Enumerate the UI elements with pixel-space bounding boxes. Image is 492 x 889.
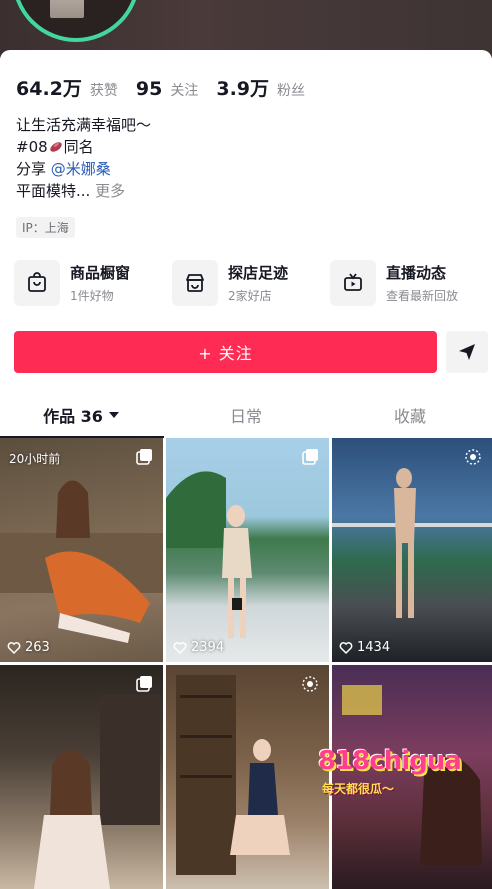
followers-count[interactable]: 3.9万 [216,74,269,101]
live-photo-icon [465,449,481,465]
tab-favorites[interactable]: 收藏 [328,392,492,438]
shortcut-live-subtitle: 查看最新回放 [386,289,459,303]
bio-line-3: 分享 @米娜桑 [16,158,151,180]
video-thumbnail[interactable]: 20小时前 263 [0,438,163,662]
avatar-image [50,0,84,18]
bio-occupation: 平面模特... [16,182,91,200]
heart-icon [339,641,353,654]
heart-icon [7,641,21,654]
site-watermark-badge: 818chigua 每天都很瓜～ [318,746,462,806]
profile-bio: 让生活充满幸福吧～ #08 同名 分享 @米娜桑 平面模特... 更多 [16,114,151,202]
shortcut-store-visits[interactable]: 探店足迹 2家好店 [172,258,322,312]
caret-down-icon [108,412,119,418]
tv-icon [330,260,376,306]
bio-hashtag[interactable]: #08 [16,138,48,156]
model-photo [166,471,252,638]
bio-line-4: 平面模特... 更多 [16,180,151,202]
like-count-value: 263 [25,640,50,655]
bio-line-2: #08 同名 [16,136,151,158]
tab-works-label: 作品 36 [43,407,103,426]
like-count-value: 2394 [191,640,225,655]
shortcut-shop-window[interactable]: 商品橱窗 1件好物 [14,258,164,312]
bio-line-1: 让生活充满幸福吧～ [16,116,152,134]
ip-location-badge: IP：上海 [16,217,75,238]
shortcut-live-title: 直播动态 [386,264,447,282]
shortcut-store-subtitle: 2家好店 [228,289,272,303]
avatar[interactable] [12,0,140,42]
share-button[interactable] [446,331,488,373]
like-count: 263 [7,640,50,655]
gallery-icon [136,449,152,465]
model-photo [332,468,492,618]
tab-daily[interactable]: 日常 [164,392,328,438]
profile-stats: 64.2万 获赞 95 关注 3.9万 粉丝 [16,74,315,101]
video-thumbnail[interactable]: 2394 [166,438,329,662]
heart-icon [173,641,187,654]
likes-label: 获赞 [89,83,118,99]
live-photo-icon [302,676,318,692]
video-thumbnail[interactable] [0,665,163,889]
shortcut-shop-title: 商品橱窗 [70,264,131,282]
video-thumbnail[interactable]: 1434 [332,438,492,662]
follow-button[interactable]: + 关注 [14,331,437,373]
watermark-slogan: 每天都很瓜～ [322,782,395,796]
content-tabs: 作品 36 日常 收藏 [0,392,492,438]
like-count: 2394 [173,640,224,655]
bio-share-label: 分享 [16,160,47,178]
sweet-potato-icon [49,142,62,152]
bio-mention-link[interactable]: @米娜桑 [51,160,111,178]
like-count-value: 1434 [357,640,391,655]
post-time: 20小时前 [9,452,61,466]
following-count[interactable]: 95 [136,78,162,100]
profile-shortcuts: 商品橱窗 1件好物 探店足迹 2家好店 直播动态 查看最新回放 [14,258,484,312]
watermark-logo-text: 818chigua [318,746,462,776]
tab-works[interactable]: 作品 36 [0,392,164,438]
model-photo [176,675,290,875]
video-thumbnail[interactable] [166,665,329,889]
model-photo [34,695,160,889]
gallery-icon [302,449,318,465]
shortcut-live-updates[interactable]: 直播动态 查看最新回放 [330,258,484,312]
shortcut-shop-subtitle: 1件好物 [70,289,114,303]
following-label[interactable]: 关注 [170,80,198,100]
bio-more-link[interactable]: 更多 [95,182,125,200]
gallery-icon [136,676,152,692]
shortcut-store-title: 探店足迹 [228,264,289,282]
like-count: 1434 [339,640,390,655]
followers-label[interactable]: 粉丝 [277,80,305,100]
model-photo [0,480,163,643]
bio-same-name: 同名 [63,138,94,156]
likes-count: 64.2万 [16,78,82,100]
shopping-bag-icon [14,260,60,306]
store-icon [172,260,218,306]
send-icon [459,344,475,360]
